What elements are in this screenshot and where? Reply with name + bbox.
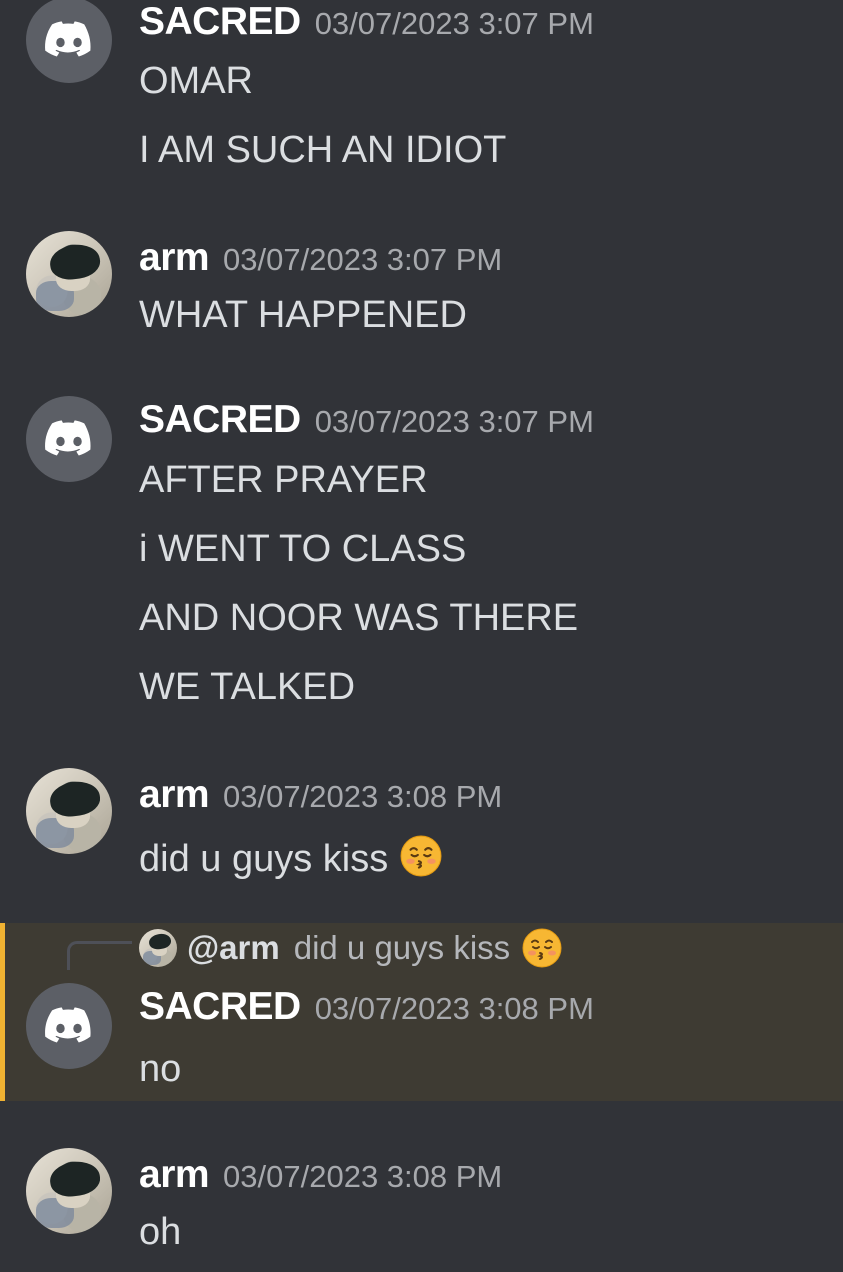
message-text: WHAT HAPPENED (139, 294, 467, 336)
timestamp: 03/07/2023 3:08 PM (223, 1159, 503, 1194)
message-text: AFTER PRAYER (139, 459, 428, 501)
chat-log: SACRED 03/07/2023 3:07 PM OMAR I AM SUCH … (0, 0, 843, 1272)
username[interactable]: arm (139, 1153, 210, 1196)
avatar[interactable] (26, 1148, 112, 1234)
message-text: OMAR (139, 60, 253, 102)
kissing-face-closed-eyes-icon (522, 928, 562, 968)
username[interactable]: SACRED (139, 985, 301, 1028)
kissing-face-closed-eyes-icon (400, 835, 442, 877)
message-text: WE TALKED (139, 666, 356, 708)
avatar[interactable] (26, 768, 112, 854)
reply-text: did u guys kiss (293, 929, 511, 966)
mention-highlight-bar (0, 923, 5, 1101)
timestamp: 03/07/2023 3:08 PM (314, 991, 594, 1026)
timestamp: 03/07/2023 3:08 PM (223, 779, 503, 814)
username[interactable]: SACRED (139, 398, 301, 441)
reply-connector (67, 941, 132, 970)
timestamp: 03/07/2023 3:07 PM (314, 404, 594, 439)
message-text: oh (139, 1211, 182, 1253)
message-text: no (139, 1048, 182, 1090)
message-text: i WENT TO CLASS (139, 528, 467, 570)
username[interactable]: arm (139, 773, 210, 816)
avatar[interactable] (26, 231, 112, 317)
message-text: I AM SUCH AN IDIOT (139, 129, 507, 171)
message-text: AND NOOR WAS THERE (139, 597, 579, 639)
discord-logo-icon[interactable] (26, 0, 112, 83)
reply-preview[interactable]: @arm did u guys kiss (139, 928, 562, 968)
message-text: did u guys kiss (139, 835, 442, 878)
discord-logo-icon[interactable] (26, 396, 112, 482)
reply-avatar (139, 929, 177, 967)
discord-logo-icon[interactable] (26, 983, 112, 1069)
message-text-content: did u guys kiss (139, 838, 389, 880)
username[interactable]: SACRED (139, 0, 301, 43)
reply-mention[interactable]: @arm (187, 929, 280, 967)
timestamp: 03/07/2023 3:07 PM (223, 242, 503, 277)
timestamp: 03/07/2023 3:07 PM (314, 6, 594, 41)
username[interactable]: arm (139, 236, 210, 279)
